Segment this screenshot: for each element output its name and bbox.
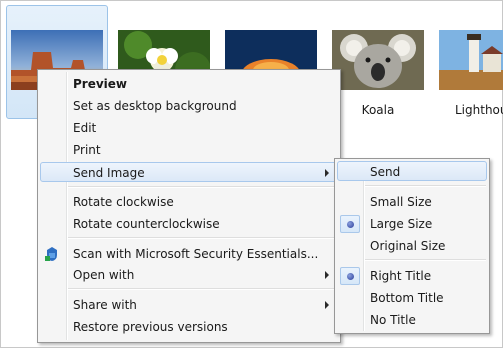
menu-item-label: No Title [370, 313, 416, 327]
menu-item-label: Edit [73, 121, 97, 135]
menu-item-label: Scan with Microsoft Security Essentials.… [73, 247, 319, 261]
menu-separator [68, 186, 337, 188]
menu-item-rotate-counterclockwise[interactable]: Rotate counterclockwise [40, 213, 338, 233]
thumbnail-koala[interactable]: Koala [327, 5, 429, 119]
menu-separator [68, 288, 337, 290]
radio-selected-icon [340, 267, 360, 285]
submenu-item-large-size[interactable]: Large Size [337, 213, 487, 233]
menu-item-print[interactable]: Print [40, 139, 338, 159]
menu-item-edit[interactable]: Edit [40, 117, 338, 137]
menu-separator [68, 237, 337, 239]
menu-item-label: Send [370, 165, 401, 179]
menu-item-label: Large Size [370, 217, 433, 231]
menu-item-restore-previous-versions[interactable]: Restore previous versions [40, 316, 338, 336]
menu-item-label: Restore previous versions [73, 320, 228, 334]
menu-item-scan-security-essentials[interactable]: Scan with Microsoft Security Essentials.… [40, 243, 338, 263]
submenu-arrow-icon [325, 301, 329, 309]
lighthouse-image [439, 30, 503, 90]
submenu-arrow-icon [325, 271, 329, 279]
menu-item-label: Open with [73, 268, 135, 282]
thumbnail-caption: Lighthou [455, 103, 503, 117]
submenu-arrow-icon [325, 169, 329, 177]
menu-separator [365, 185, 486, 187]
menu-item-label: Set as desktop background [73, 99, 237, 113]
send-image-submenu: Send Small Size Large Size Original Size… [334, 158, 490, 334]
menu-item-set-desktop-background[interactable]: Set as desktop background [40, 95, 338, 115]
submenu-item-bottom-title[interactable]: Bottom Title [337, 287, 487, 307]
menu-item-open-with[interactable]: Open with [40, 264, 338, 284]
submenu-item-original-size[interactable]: Original Size [337, 235, 487, 255]
submenu-item-send[interactable]: Send [337, 161, 487, 181]
submenu-item-no-title[interactable]: No Title [337, 309, 487, 329]
menu-separator [365, 259, 486, 261]
menu-item-rotate-clockwise[interactable]: Rotate clockwise [40, 191, 338, 211]
context-menu: Preview Set as desktop background Edit P… [37, 69, 341, 343]
radio-dot-icon [347, 221, 354, 228]
menu-item-label: Share with [73, 298, 137, 312]
explorer-window: Koala Lighthou Preview Set as desktop ba… [0, 0, 503, 348]
submenu-item-small-size[interactable]: Small Size [337, 191, 487, 211]
menu-item-label: Bottom Title [370, 291, 444, 305]
menu-item-label: Send Image [73, 166, 145, 180]
koala-image [332, 30, 424, 90]
menu-item-label: Right Title [370, 269, 432, 283]
thumbnail-caption: Koala [361, 103, 395, 117]
submenu-item-right-title[interactable]: Right Title [337, 265, 487, 285]
menu-item-label: Print [73, 143, 101, 157]
menu-item-label: Rotate counterclockwise [73, 217, 220, 231]
menu-item-label: Rotate clockwise [73, 195, 174, 209]
menu-item-label: Small Size [370, 195, 432, 209]
menu-item-label: Original Size [370, 239, 446, 253]
thumbnail-lighthouse[interactable]: Lighthou [434, 5, 503, 119]
menu-item-preview[interactable]: Preview [40, 73, 338, 93]
menu-item-label: Preview [73, 77, 128, 91]
security-essentials-icon [44, 246, 60, 262]
radio-selected-icon [340, 215, 360, 233]
menu-item-share-with[interactable]: Share with [40, 294, 338, 314]
menu-item-send-image[interactable]: Send Image [40, 162, 338, 182]
radio-dot-icon [347, 273, 354, 280]
